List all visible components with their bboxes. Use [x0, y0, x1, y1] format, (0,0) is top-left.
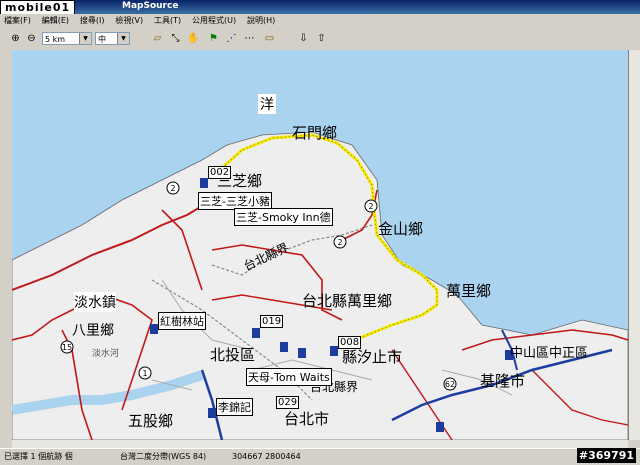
map-label-ocean: 洋 [258, 94, 276, 114]
map-label-shimen: 石門鄉 [292, 124, 338, 142]
distance-tool-icon[interactable]: ▭ [262, 31, 277, 46]
menu-edit[interactable]: 編輯(E) [38, 14, 73, 28]
waypoint-tool-icon[interactable]: ⚑ [206, 31, 221, 46]
watermark-id: #369791 [576, 448, 636, 463]
map-label-beitou: 北投區 [210, 346, 256, 364]
zoom-out-icon[interactable]: ⊖ [24, 31, 39, 46]
vertical-scrollbar[interactable] [628, 50, 640, 440]
map-label-danshui: 淡水鎮 [74, 292, 116, 312]
status-datum: 台灣二度分帶(WGS 84) [120, 452, 207, 461]
receive-from-device-icon[interactable]: ⇩ [296, 31, 311, 46]
menu-search[interactable]: 搜尋(I) [76, 14, 109, 28]
map-label-jinshan: 金山鄉 [378, 220, 424, 238]
menu-utilities[interactable]: 公用程式(U) [188, 14, 240, 28]
title-bar: mobile01 MapSource [0, 0, 640, 16]
menu-bar: 檔案(F) 編輯(E) 搜尋(I) 檢視(V) 工具(T) 公用程式(U) 說明… [0, 14, 640, 28]
select-tool-icon[interactable]: ⤡ [168, 31, 183, 46]
status-coords: 304667 2800464 [232, 452, 301, 461]
map-tool-icon[interactable]: ▱ [150, 31, 165, 46]
route-tool-icon[interactable]: ⋰ [224, 31, 239, 46]
status-bar: 已選擇 1 個航跡 個 台灣二度分帶(WGS 84) 304667 280046… [0, 448, 640, 465]
map-label-bali: 八里鄉 [72, 323, 114, 339]
waypoint-label-029[interactable]: 029 [276, 396, 300, 409]
chevron-down-icon: ▼ [79, 33, 91, 44]
menu-file[interactable]: 檔案(F) [0, 14, 35, 28]
road-number-15: 15 [62, 343, 72, 352]
waypoint-label-008[interactable]: 008 [338, 336, 362, 349]
road-number-2a: 2 [170, 184, 175, 193]
map-label-wanli-county: 台北縣萬里鄉 [302, 292, 393, 310]
zoom-in-icon[interactable]: ⊕ [8, 31, 23, 46]
road-number-2c: 2 [337, 238, 342, 247]
toolbar: ⊕ ⊖ 5 km ▼ 中 ▼ ▱ ⤡ ✋ ⚑ ⋰ ⋯ ▭ ⇩ ⇧ [0, 28, 640, 51]
menu-tools[interactable]: 工具(T) [150, 14, 185, 28]
hand-tool-icon[interactable]: ✋ [186, 31, 201, 46]
map-label-taipei-city: 台北市 [284, 410, 330, 428]
status-selection: 已選擇 1 個航跡 個 [4, 452, 73, 461]
zoom-scale-select[interactable]: 5 km ▼ [42, 32, 92, 45]
menu-help[interactable]: 說明(H) [243, 14, 279, 28]
waypoint-label-tommu[interactable]: 天母-Tom Waits [246, 368, 332, 386]
detail-select[interactable]: 中 ▼ [95, 32, 130, 45]
road-number-62: 62 [445, 380, 455, 389]
map-label-wugu: 五股鄉 [128, 412, 174, 430]
send-to-device-icon[interactable]: ⇧ [314, 31, 329, 46]
chevron-down-icon: ▼ [117, 33, 129, 44]
map-label-wanli: 萬里鄉 [446, 282, 492, 300]
horizontal-scrollbar[interactable] [12, 440, 628, 448]
map-label-danshui-river: 淡水河 [92, 349, 120, 359]
menu-view[interactable]: 檢視(V) [111, 14, 147, 28]
waypoint-label-hongshulin[interactable]: 紅樹林站 [158, 312, 206, 330]
track-tool-icon[interactable]: ⋯ [242, 31, 257, 46]
waypoint-label-019[interactable]: 019 [260, 315, 284, 328]
detail-value: 中 [98, 35, 106, 44]
window-title: MapSource [122, 1, 179, 11]
waypoint-label-002[interactable]: 002 [208, 166, 232, 179]
waypoint-label-lizhuo[interactable]: 李錦記 [216, 398, 253, 416]
map-canvas[interactable]: 2 2 2 15 1 62 洋 石門鄉 三芝鄉 金山鄉 台北縣界 台北縣萬里鄉 … [12, 50, 628, 440]
waypoint-label-smoky-inn[interactable]: 三芝-Smoky Inn德 [234, 208, 333, 226]
zoom-scale-value: 5 km [45, 35, 66, 44]
map-label-zhongshan: 中山區中正區 [510, 346, 589, 361]
map-label-keelung: 基隆市 [480, 372, 526, 390]
road-number-1: 1 [142, 369, 147, 378]
road-number-2b: 2 [368, 202, 373, 211]
map-label-xizhi: 縣汐止市 [342, 348, 403, 366]
